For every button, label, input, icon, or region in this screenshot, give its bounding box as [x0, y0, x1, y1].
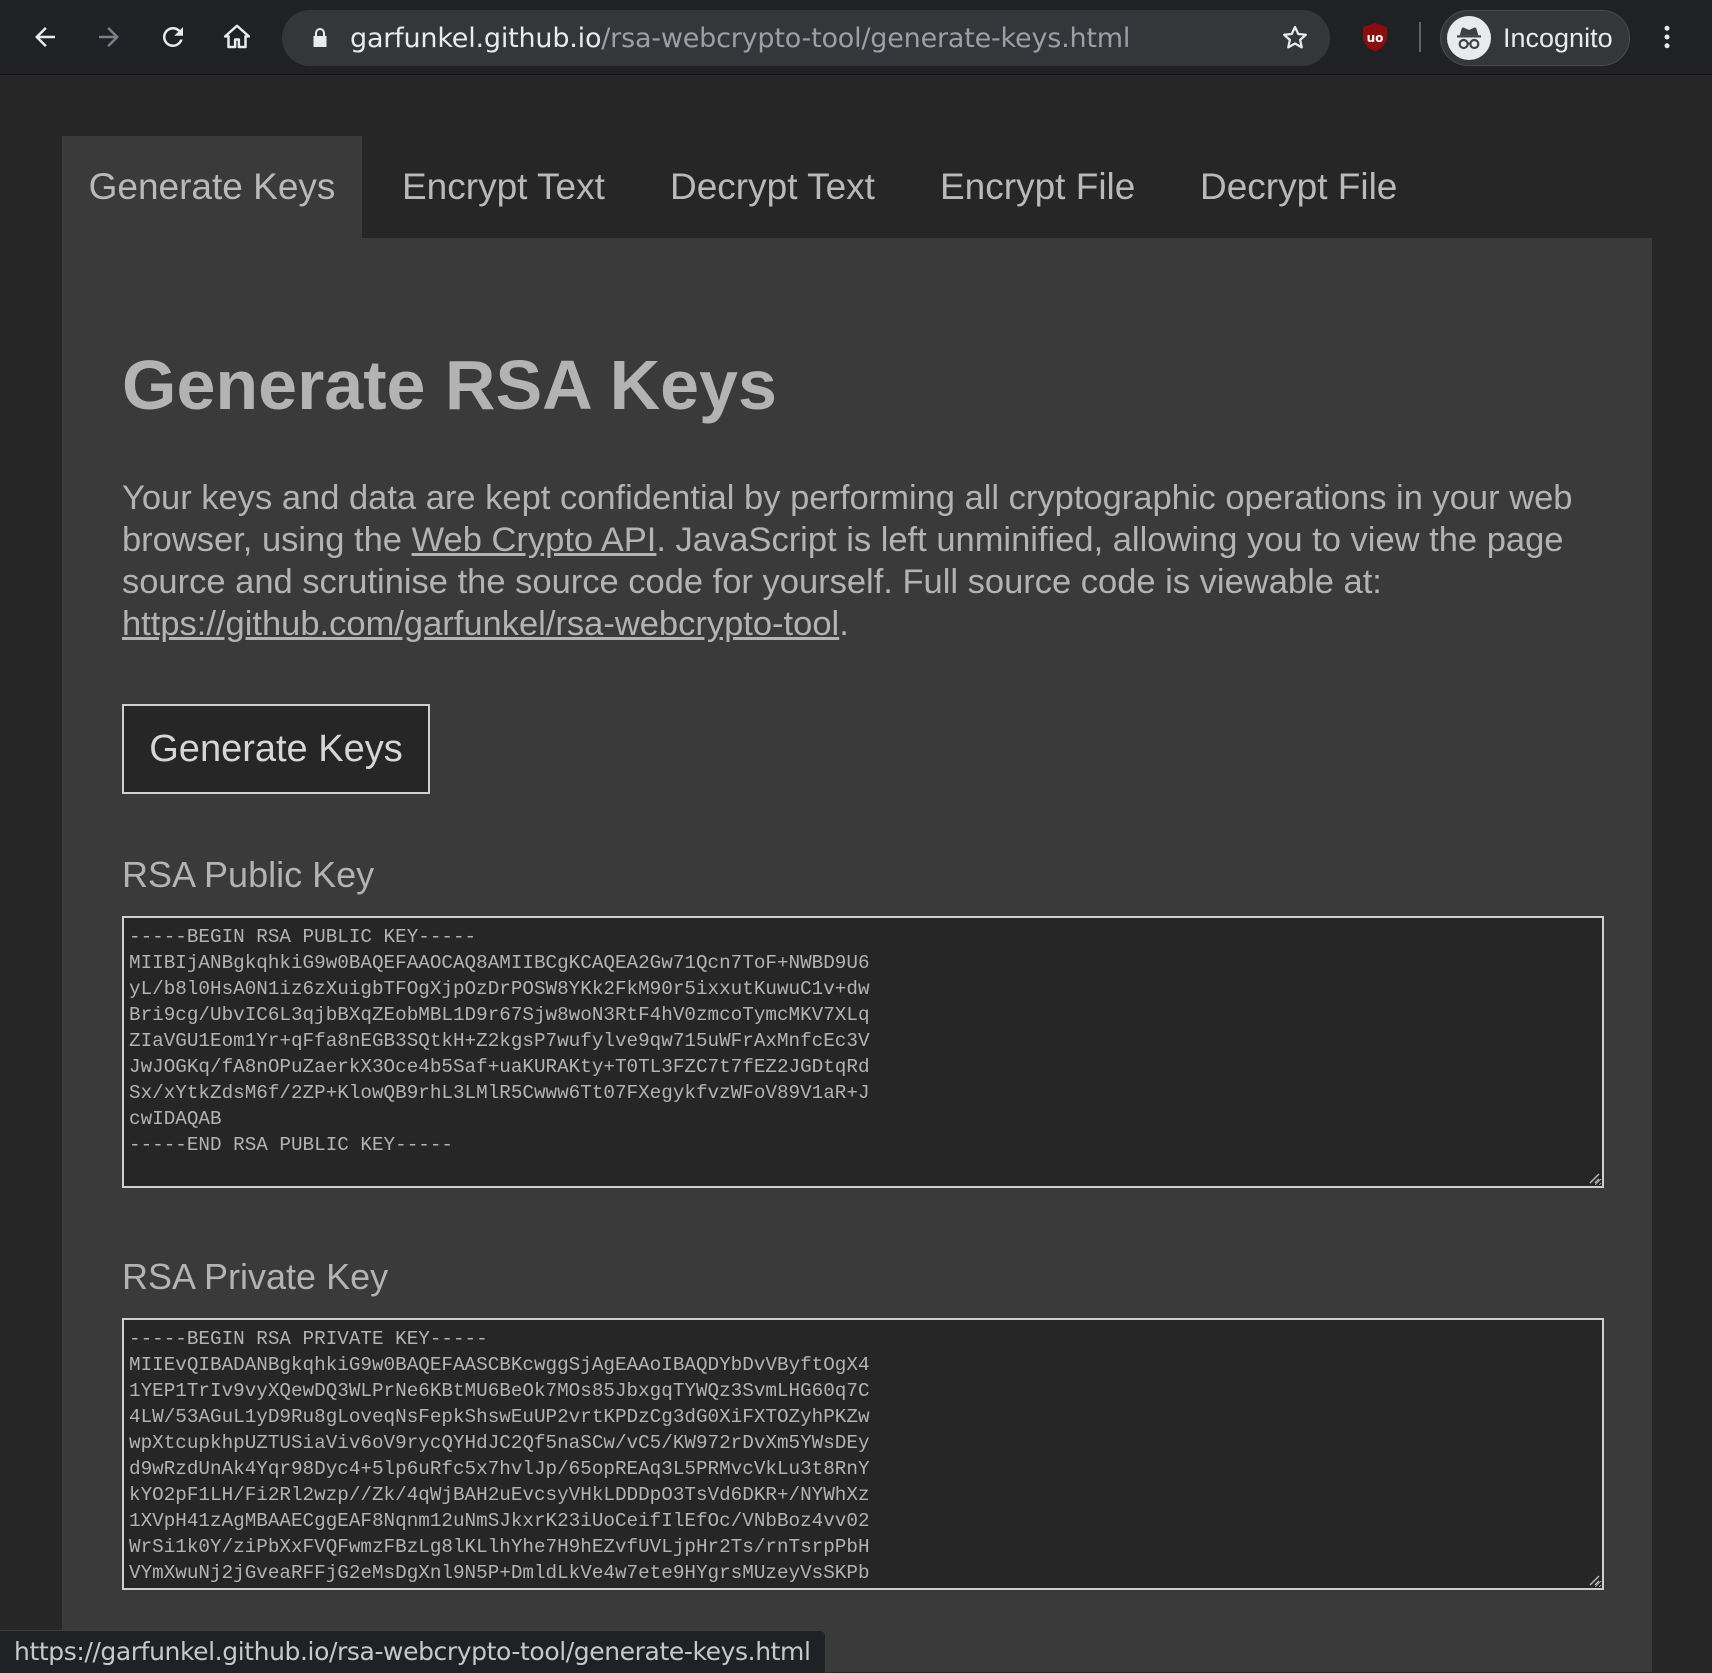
star-icon[interactable]: [1280, 23, 1310, 53]
browser-toolbar: garfunkel.github.io/rsa-webcrypto-tool/g…: [0, 0, 1712, 75]
svg-text:uo: uo: [1367, 31, 1384, 45]
tool-tabs: Generate Keys Encrypt Text Decrypt Text …: [62, 136, 1652, 238]
incognito-label: Incognito: [1503, 23, 1613, 53]
incognito-profile-button[interactable]: Incognito: [1440, 10, 1630, 66]
tab-decrypt-text[interactable]: Decrypt Text: [670, 136, 875, 238]
tab-generate-keys[interactable]: Generate Keys: [62, 136, 362, 238]
web-crypto-api-link[interactable]: Web Crypto API: [412, 521, 657, 559]
description-text-3: .: [839, 605, 849, 643]
url-path: /rsa-webcrypto-tool/generate-keys.html: [601, 23, 1131, 54]
ublock-icon[interactable]: uo: [1358, 20, 1392, 54]
lock-icon[interactable]: [308, 26, 332, 50]
toolbar-divider: [1419, 22, 1421, 52]
tab-decrypt-file[interactable]: Decrypt File: [1200, 136, 1397, 238]
resize-handle-icon[interactable]: [1586, 1170, 1600, 1184]
back-arrow-icon[interactable]: [22, 14, 68, 60]
public-key-label: RSA Public Key: [122, 854, 375, 895]
forward-arrow-icon[interactable]: [86, 14, 132, 60]
more-vert-icon[interactable]: [1652, 20, 1682, 54]
status-bar-url: https://garfunkel.github.io/rsa-webcrypt…: [0, 1630, 826, 1673]
reload-icon[interactable]: [150, 14, 196, 60]
public-key-textarea[interactable]: -----BEGIN RSA PUBLIC KEY----- MIIBIjANB…: [122, 916, 1604, 1188]
private-key-label: RSA Private Key: [122, 1256, 389, 1297]
incognito-icon: [1447, 16, 1491, 60]
tab-encrypt-text[interactable]: Encrypt Text: [402, 136, 605, 238]
url-host: garfunkel.github.io: [350, 23, 602, 54]
generate-keys-button[interactable]: Generate Keys: [122, 704, 430, 794]
resize-handle-icon[interactable]: [1586, 1572, 1600, 1586]
tab-encrypt-file[interactable]: Encrypt File: [940, 136, 1135, 238]
description: Your keys and data are kept confidential…: [122, 477, 1602, 645]
home-icon[interactable]: [214, 14, 260, 60]
private-key-textarea[interactable]: -----BEGIN RSA PRIVATE KEY----- MIIEvQIB…: [122, 1318, 1604, 1590]
address-bar[interactable]: garfunkel.github.io/rsa-webcrypto-tool/g…: [282, 10, 1330, 66]
page-title: Generate RSA Keys: [122, 346, 777, 424]
url-text[interactable]: garfunkel.github.io/rsa-webcrypto-tool/g…: [350, 23, 1130, 54]
github-source-link[interactable]: https://github.com/garfunkel/rsa-webcryp…: [122, 605, 839, 643]
